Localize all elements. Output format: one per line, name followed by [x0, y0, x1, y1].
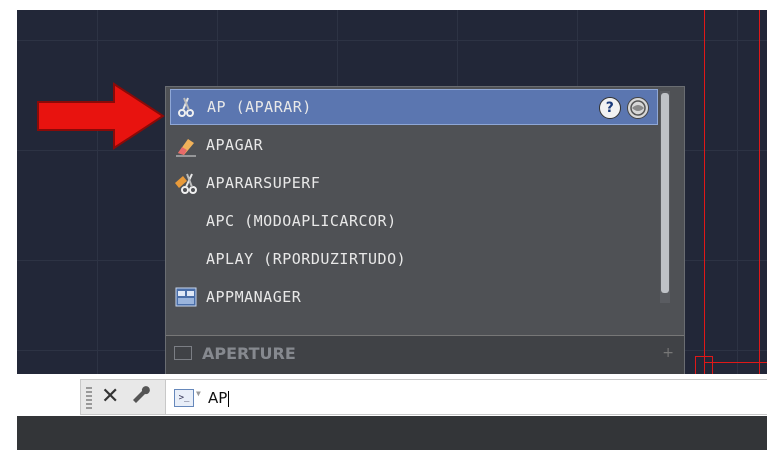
autocomplete-item-apararsuperf[interactable]: APARARSUPERF [170, 165, 658, 201]
command-line-controls: ✕ [80, 379, 166, 415]
autocomplete-item-label: APC (MODOAPLICARCOR) [206, 212, 397, 230]
expand-plus-icon[interactable]: + [662, 345, 674, 361]
system-variable-icon [174, 346, 192, 360]
chevron-down-icon[interactable]: ▼ [196, 389, 201, 398]
command-prompt-icon[interactable]: >_ [174, 389, 194, 407]
eraser-icon [174, 133, 198, 157]
close-button[interactable]: ✕ [101, 385, 119, 409]
autocomplete-item-label: APPMANAGER [206, 288, 302, 306]
autocomplete-item-appmanager[interactable]: APPMANAGER [170, 279, 658, 315]
boundary-line [712, 356, 713, 375]
autocomplete-item-label: APLAY (RPORDUZIRTUDO) [206, 250, 407, 268]
autocomplete-item-label: APARARSUPERF [206, 174, 321, 192]
command-input-value: AP [208, 389, 228, 407]
system-variable-aperture[interactable]: APERTURE + [166, 335, 684, 374]
autocomplete-item-apc[interactable]: APC (MODOAPLICARCOR) [170, 203, 658, 239]
autocomplete-item-label: APAGAR [206, 136, 264, 154]
wrench-icon[interactable] [133, 384, 153, 412]
scissors-icon [175, 95, 199, 119]
red-arrow-icon [37, 82, 165, 150]
help-icon[interactable]: ? [599, 97, 621, 119]
boundary-line [704, 10, 705, 375]
command-input[interactable]: AP [208, 389, 230, 407]
autocomplete-item-aplay[interactable]: APLAY (RPORDUZIRTUDO) [170, 241, 658, 277]
autocomplete-item-ap[interactable]: AP (APARAR) ? [170, 89, 658, 125]
boundary-line [695, 356, 696, 375]
surface-trim-icon [174, 171, 198, 195]
autocomplete-item-apagar[interactable]: APAGAR [170, 127, 658, 163]
grid-line [737, 10, 738, 375]
command-line-bar: ✕ >_ ▼ AP [0, 374, 767, 416]
autocomplete-item-label: AP (APARAR) [207, 98, 312, 116]
system-variable-label: APERTURE [202, 344, 296, 363]
boundary-line [704, 362, 767, 363]
search-web-icon[interactable] [627, 97, 649, 119]
text-cursor [228, 390, 230, 407]
autocomplete-scrollbar[interactable] [660, 91, 670, 303]
app-manager-icon [174, 285, 198, 309]
scrollbar-thumb[interactable] [661, 93, 669, 293]
status-bar [17, 416, 767, 450]
grid-line [97, 10, 98, 375]
grid-line [17, 40, 767, 41]
drag-grip-icon[interactable] [86, 387, 92, 409]
autocomplete-popup: AP (APARAR) ? APAGAR APARARSUPERF APC (M… [165, 86, 685, 374]
boundary-line [695, 356, 713, 357]
boundary-line [759, 10, 760, 375]
command-input-area[interactable]: >_ ▼ AP [166, 379, 767, 415]
